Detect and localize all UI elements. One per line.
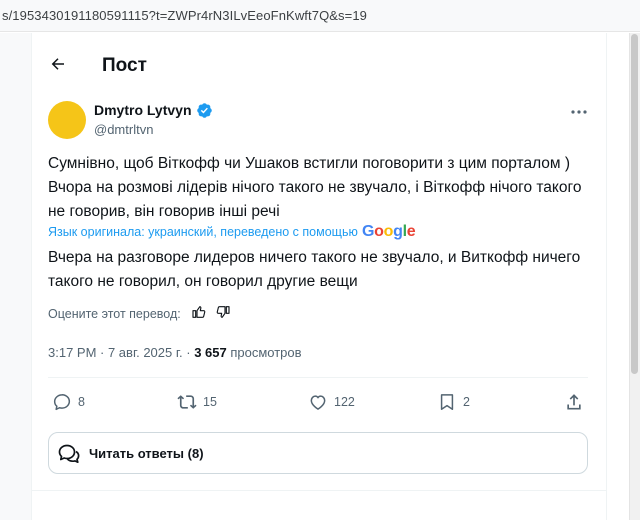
avatar[interactable] bbox=[48, 101, 86, 139]
divider-top bbox=[48, 377, 588, 378]
arrow-left-icon bbox=[51, 58, 64, 70]
reply-count: 8 bbox=[78, 395, 85, 409]
reply-icon bbox=[53, 394, 71, 411]
more-options-button[interactable] bbox=[566, 102, 592, 122]
read-replies-label: Читать ответы (8) bbox=[89, 446, 204, 461]
repost-icon bbox=[177, 395, 197, 409]
bookmark-button[interactable]: 2 bbox=[437, 391, 470, 413]
author-name[interactable]: Dmytro Lytvyn bbox=[94, 102, 192, 118]
views-label: просмотров bbox=[226, 345, 302, 360]
post-text: Сумнівно, щоб Віткофф чи Ушаков встигли … bbox=[48, 155, 582, 220]
verified-badge-icon bbox=[197, 103, 212, 118]
more-horizontal-icon bbox=[571, 110, 587, 114]
thumbs-up-icon[interactable] bbox=[191, 304, 207, 320]
share-icon bbox=[567, 394, 581, 410]
translated-text: Вчера на разговоре лидеров ничего такого… bbox=[48, 249, 581, 290]
page-title: Пост bbox=[102, 55, 147, 76]
url-text[interactable]: s/1953430191180591115?t=ZWPr4rN3ILvEeoFn… bbox=[2, 8, 367, 23]
heart-icon bbox=[310, 395, 326, 410]
like-button[interactable]: 122 bbox=[308, 391, 355, 413]
bookmark-icon bbox=[440, 394, 454, 410]
rate-translation-label: Оцените этот перевод: bbox=[48, 307, 181, 321]
author-handle[interactable]: @dmtrltvn bbox=[94, 122, 153, 137]
post-meta: 3:17 PM · 7 авг. 2025 г. · 3 657 просмот… bbox=[48, 345, 302, 360]
repost-button[interactable]: 15 bbox=[177, 391, 217, 413]
views-count: 3 657 bbox=[194, 345, 227, 360]
thumbs-down-icon[interactable] bbox=[215, 304, 231, 320]
left-gutter bbox=[0, 33, 31, 520]
google-logo: Google bbox=[362, 223, 416, 240]
share-button[interactable] bbox=[564, 391, 584, 413]
translation-note[interactable]: Язык оригинала: украинский, переведено с… bbox=[48, 225, 358, 239]
like-count: 122 bbox=[334, 395, 355, 409]
back-button[interactable] bbox=[44, 50, 72, 78]
bookmark-count: 2 bbox=[463, 395, 470, 409]
scrollbar-thumb[interactable] bbox=[631, 34, 638, 374]
post-timestamp[interactable]: 3:17 PM · 7 авг. 2025 г. · bbox=[48, 345, 194, 360]
repost-count: 15 bbox=[203, 395, 217, 409]
reply-button[interactable]: 8 bbox=[52, 391, 85, 413]
divider-bottom bbox=[32, 490, 607, 491]
browser-address-bar[interactable]: s/1953430191180591115?t=ZWPr4rN3ILvEeoFn… bbox=[0, 0, 640, 32]
read-replies-button[interactable]: Читать ответы (8) bbox=[48, 432, 588, 474]
chat-bubbles-icon bbox=[58, 444, 80, 464]
